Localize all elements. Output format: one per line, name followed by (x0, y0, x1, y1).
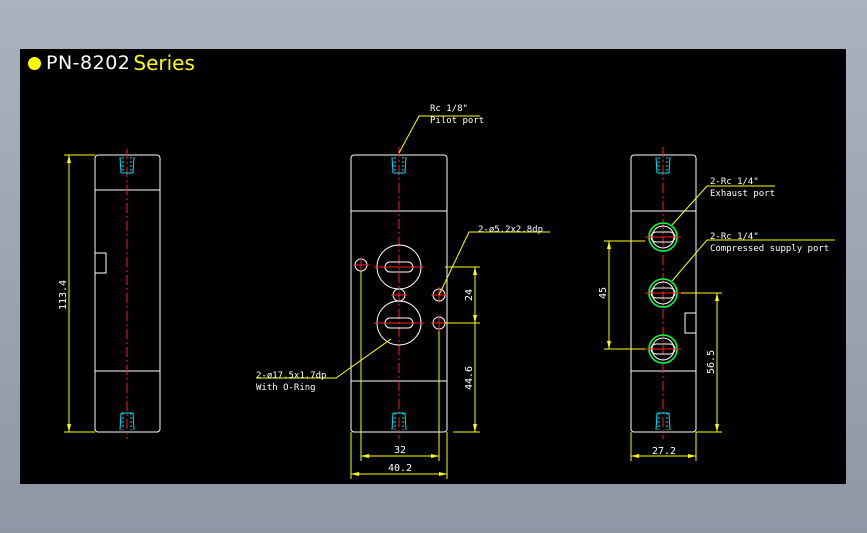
mount-hole-leader (438, 231, 550, 296)
overall-height-label: 113.4 (58, 280, 69, 310)
front-spacing-label: 24 (464, 289, 475, 301)
side-spacing-label: 45 (598, 287, 609, 299)
supply-port (645, 278, 681, 308)
cad-viewport[interactable]: PN-8202 Series 113.4 Rc 1/8" Pilot port … (20, 49, 846, 484)
pilot-port-name: Pilot port (430, 116, 484, 126)
supply-size: 2-Rc 1/4" (710, 232, 759, 242)
left-view: 113.4 (58, 149, 161, 439)
mount-hole-callout: 2-ø5.2x2.8dp (478, 225, 543, 235)
drawing-canvas: 113.4 Rc 1/8" Pilot port 2-ø5.2x2.8dp 2-… (58, 104, 835, 479)
front-inner-width-label: 32 (394, 445, 406, 456)
exhaust-name: Exhaust port (710, 189, 775, 199)
front-view: Rc 1/8" Pilot port 2-ø5.2x2.8dp 2-ø17.5x… (256, 104, 550, 479)
pilot-port-size: Rc 1/8" (430, 104, 468, 114)
supply-name: Compressed supply port (710, 244, 829, 254)
oring-pocket-callout: 2-ø17.5x1.7dp (256, 371, 326, 381)
side-offset-label: 56.5 (706, 350, 717, 374)
left-tab (94, 252, 107, 274)
side-width-label: 27.2 (652, 446, 676, 457)
front-width-label: 40.2 (388, 463, 412, 474)
right-tab (684, 312, 697, 334)
exhaust-size: 2-Rc 1/4" (710, 177, 759, 187)
right-view: 2-Rc 1/4" Exhaust port 2-Rc 1/4" Compres… (598, 147, 835, 461)
front-offset-label: 44.6 (464, 366, 475, 390)
oring-note: With O-Ring (256, 383, 316, 393)
